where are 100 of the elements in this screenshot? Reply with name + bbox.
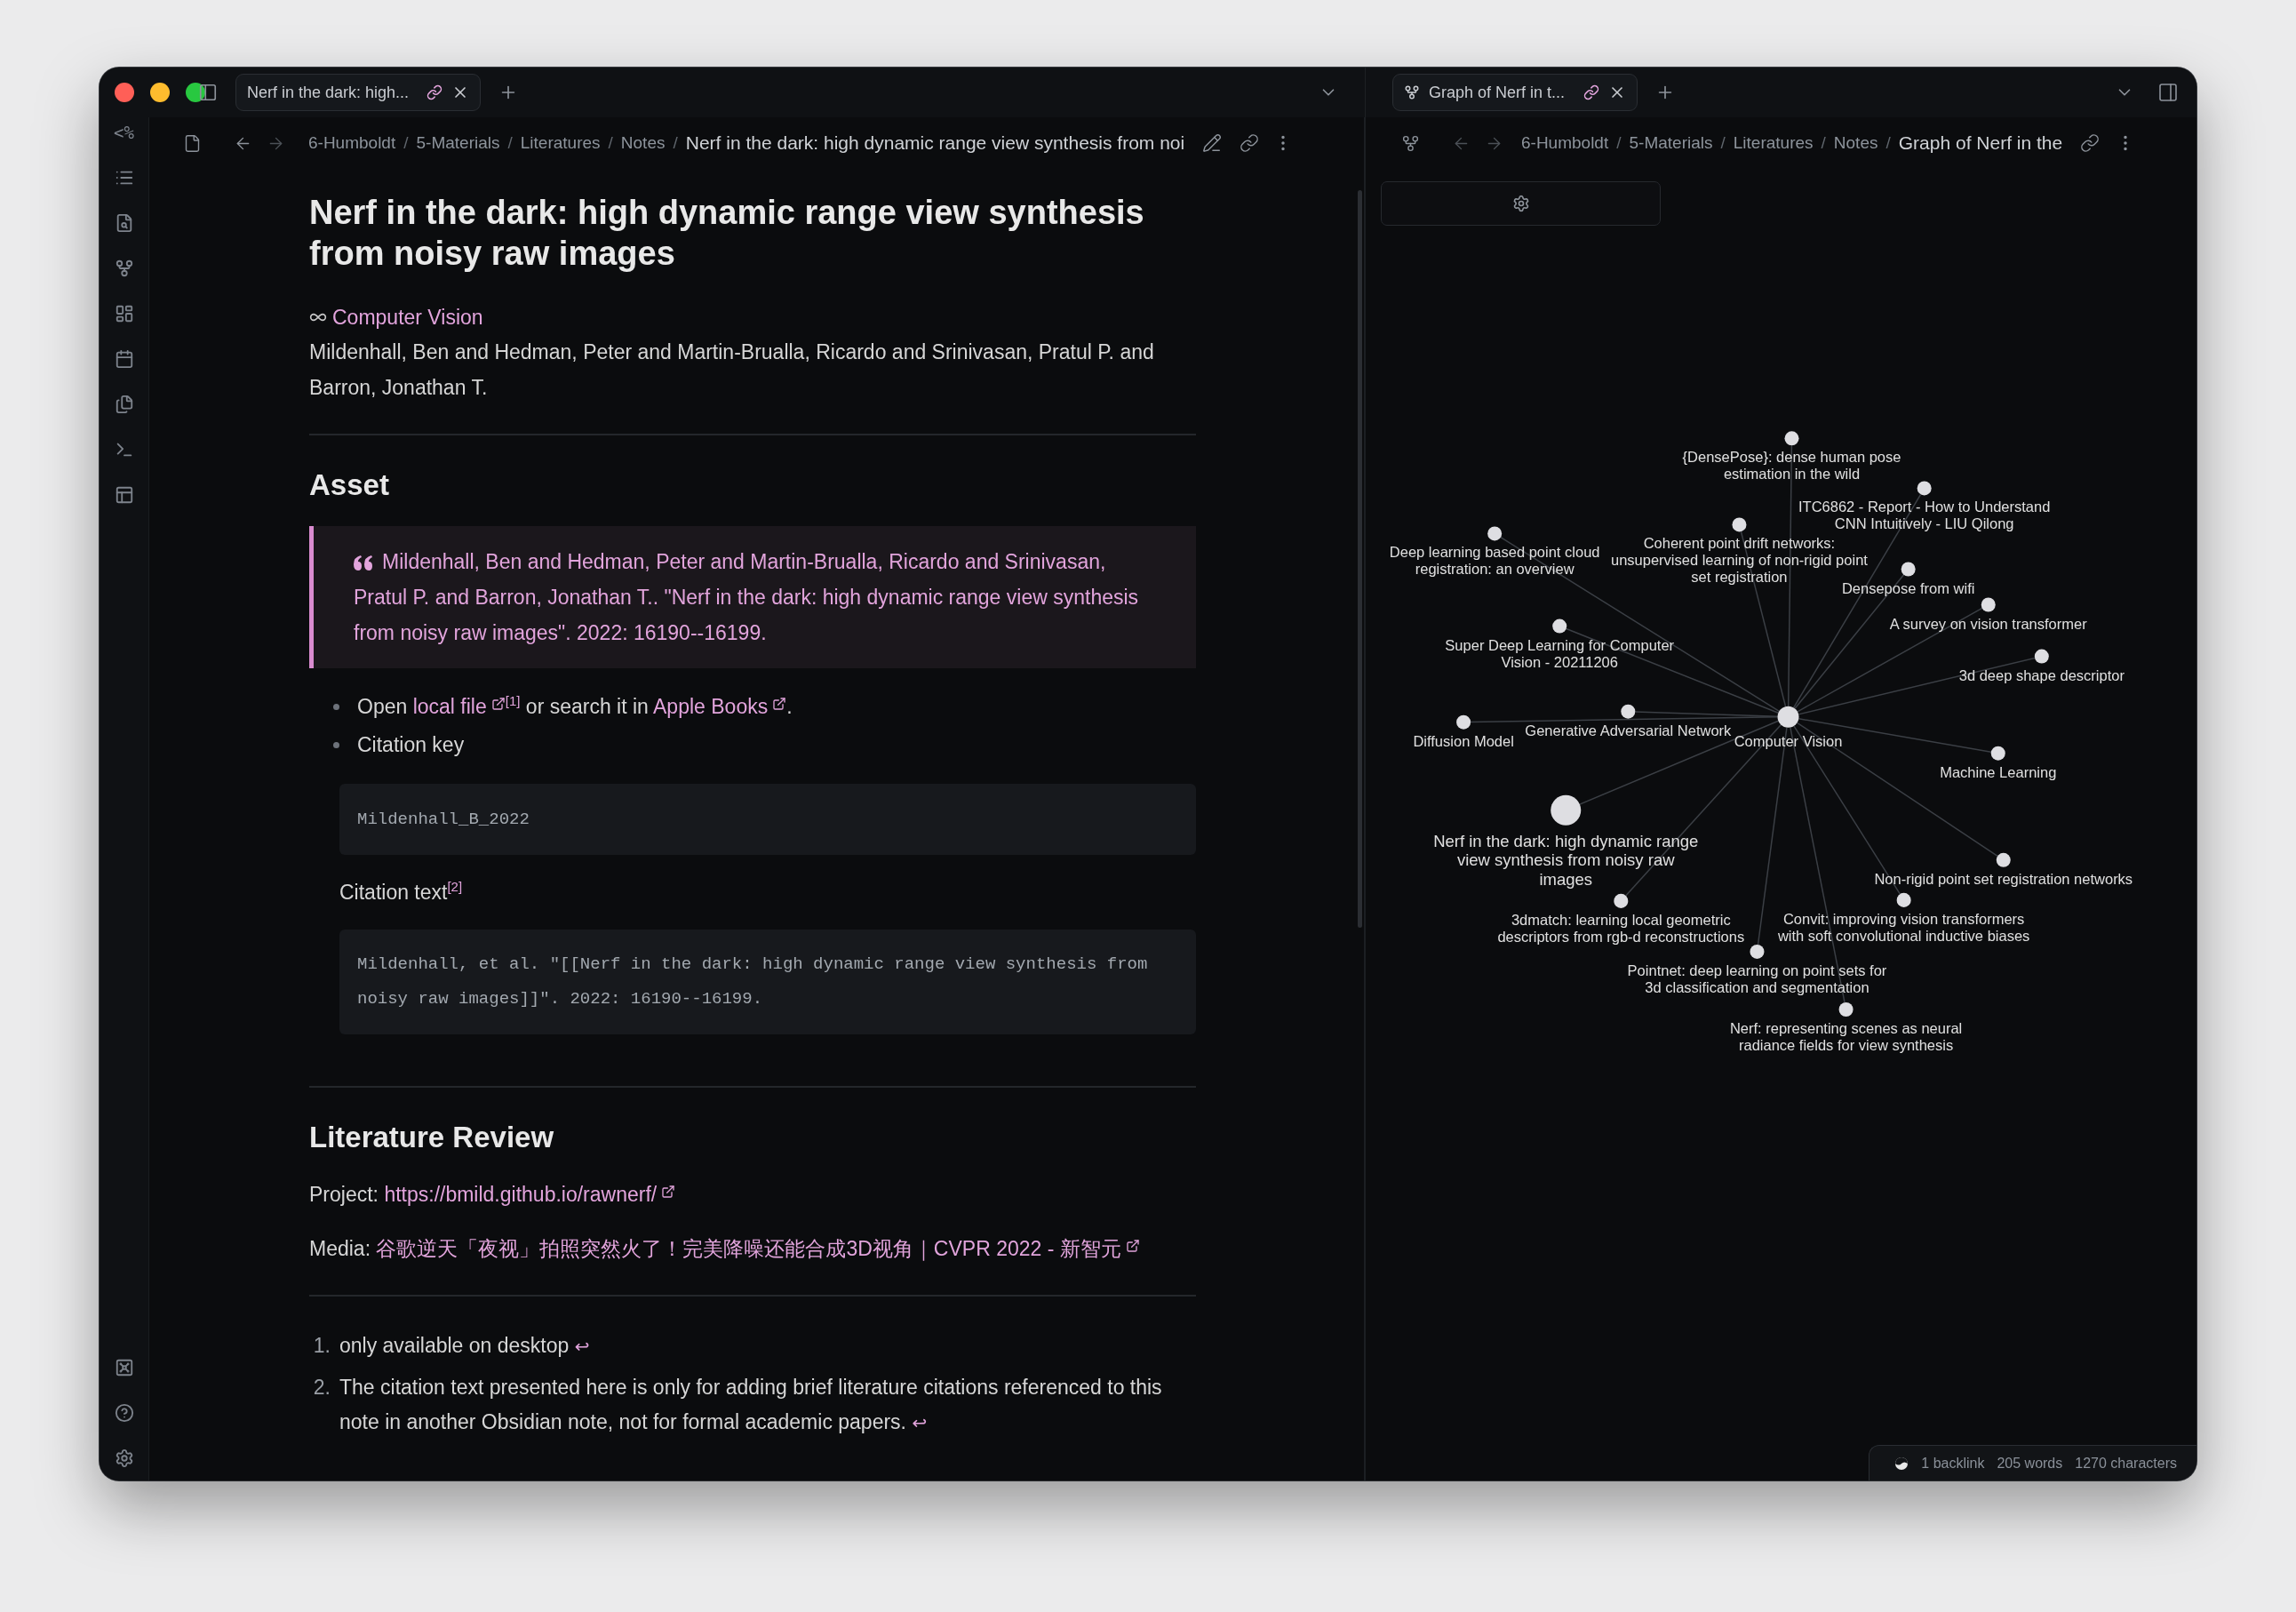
- text-link[interactable]: local file: [412, 695, 506, 718]
- breadcrumb-separator: /: [403, 133, 409, 153]
- node-label: A survey on vision transformer: [1889, 615, 2087, 632]
- external-link-icon: [490, 697, 506, 711]
- external-link-icon: [1125, 1239, 1140, 1253]
- zoom-window-button[interactable]: [186, 83, 205, 102]
- graph-node[interactable]: [2034, 649, 2049, 664]
- graph-node[interactable]: [1901, 562, 1916, 577]
- node-label: Computer Vision: [1734, 733, 1843, 750]
- scrollbar[interactable]: [1358, 190, 1362, 928]
- graph-node[interactable]: [1551, 794, 1582, 826]
- breadcrumb-current: Graph of Nerf in the: [1898, 132, 2063, 154]
- footnote-number: 2.: [312, 1375, 331, 1401]
- breadcrumb-link[interactable]: 5-Materials: [1629, 133, 1713, 153]
- node-label: Convit: improving vision transformers with soft convolutional inductive biases: [1777, 911, 2030, 945]
- graph-node[interactable]: [1784, 431, 1799, 446]
- graph-node[interactable]: [1732, 517, 1747, 532]
- breadcrumb-link[interactable]: Literatures: [1733, 133, 1814, 153]
- close-window-button[interactable]: [115, 83, 134, 102]
- breadcrumb-link[interactable]: Notes: [1833, 133, 1878, 153]
- link-icon[interactable]: [2080, 133, 2101, 153]
- note-title: Nerf in the dark: high dynamic range view synthesis from noisy raw images: [309, 193, 1145, 274]
- graph-node[interactable]: [1838, 1002, 1854, 1017]
- graph-node[interactable]: [1996, 852, 2011, 867]
- footnote-number: 1.: [312, 1333, 331, 1359]
- minimize-window-button[interactable]: [150, 83, 170, 102]
- node-label: 3d deep shape descriptor: [1958, 666, 2125, 683]
- node-label: ITC6862 - Report - How to Understand CNN Intuitively - LIU Qilong: [1798, 499, 2051, 532]
- dashboard-icon[interactable]: [114, 304, 134, 323]
- graph-icon: [1404, 84, 1420, 100]
- vault-icon[interactable]: [114, 1358, 134, 1377]
- footnote-backref-link[interactable]: ↩: [574, 1337, 590, 1356]
- graph-node[interactable]: [1777, 706, 1799, 728]
- node-label: Non-rigid point set registration networks: [1874, 871, 2133, 888]
- settings-icon[interactable]: [114, 1448, 134, 1468]
- graph-tab[interactable]: Graph of Nerf in t...: [1392, 74, 1638, 111]
- graph-node[interactable]: [1896, 892, 1911, 907]
- node-label: 3dmatch: learning local geometric descriptors from rgb-d reconstructions: [1497, 912, 1745, 946]
- quote-icon: [354, 555, 373, 571]
- breadcrumb-link[interactable]: Notes: [620, 133, 666, 153]
- layout-icon[interactable]: [114, 485, 134, 505]
- breadcrumb-separator: /: [673, 133, 678, 153]
- graph-node[interactable]: [1552, 618, 1567, 634]
- file-icon[interactable]: [183, 133, 202, 153]
- breadcrumb-separator: /: [507, 133, 513, 153]
- help-icon[interactable]: [114, 1403, 134, 1423]
- pencil-icon[interactable]: [1202, 133, 1223, 153]
- files-icon[interactable]: [114, 395, 134, 414]
- sidebar-icon[interactable]: [198, 83, 218, 102]
- graph-icon[interactable]: [1401, 133, 1420, 153]
- list-item-text: Citation key: [357, 732, 465, 758]
- paragraph: Project: https://bmild.github.io/rawnerf/: [309, 1177, 1196, 1212]
- link-icon: [427, 84, 442, 100]
- paragraph: Mildenhall, Ben and Hedman, Peter and Martin-Brualla, Ricardo and Srinivasan, Pratul P. and Barron, Jonathan T.: [309, 339, 1155, 401]
- breadcrumb-link[interactable]: 5-Materials: [416, 133, 500, 153]
- tag-link[interactable]: Computer Vision: [332, 300, 483, 334]
- status-text: 1270 characters: [2075, 1455, 2177, 1472]
- node-label: Super Deep Learning for Computer Vision - 20211206: [1445, 636, 1675, 670]
- sidebar-icon[interactable]: [2157, 82, 2179, 103]
- footnote-text: The citation text presented here is only for adding brief literature citations referenced to this note in another Obsidian note, not for formal academic papers. ↩: [339, 1375, 1163, 1435]
- graph-node[interactable]: [1990, 746, 2005, 761]
- graph-node[interactable]: [1456, 714, 1471, 730]
- graph-icon[interactable]: [114, 259, 134, 278]
- text-link[interactable]: Apple Books: [653, 695, 787, 718]
- footnote-text: only available on desktop ↩: [339, 1333, 591, 1359]
- link-icon: [1583, 84, 1599, 100]
- graph-node[interactable]: [1487, 526, 1503, 541]
- note-tab[interactable]: Nerf in the dark: high...: [235, 74, 481, 111]
- footnote-link[interactable]: [1]: [505, 693, 521, 708]
- breadcrumb-link[interactable]: 6-Humboldt: [1521, 133, 1609, 153]
- bullet-icon: [333, 704, 339, 710]
- paragraph: Citation text$^{[2]}$: [339, 878, 464, 906]
- breadcrumb-separator: /: [1821, 133, 1826, 153]
- node-label: {DensePose}: dense human pose estimation in the wild: [1682, 449, 1901, 483]
- calendar-icon[interactable]: [114, 349, 134, 369]
- footnote-link[interactable]: [2]: [447, 879, 463, 894]
- graph-node[interactable]: [1621, 704, 1636, 719]
- graph-node[interactable]: [1917, 481, 1932, 496]
- breadcrumb-separator: /: [608, 133, 613, 153]
- graph-node[interactable]: [1981, 597, 1996, 612]
- text-link[interactable]: 谷歌逆天「夜视」拍照突然火了！完美降噪还能合成3D视角｜CVPR 2022 - 新智元: [376, 1237, 1140, 1260]
- graph-node[interactable]: [1614, 893, 1629, 908]
- node-label: Nerf: representing scenes as neural radiance fields for view synthesis: [1729, 1020, 1963, 1054]
- node-label: Machine Learning: [1940, 764, 2057, 781]
- graph-node[interactable]: [1750, 944, 1765, 959]
- status-text: 205 words: [1997, 1455, 2063, 1472]
- external-link-icon: [772, 697, 787, 711]
- status-text: 1 backlink: [1921, 1455, 1985, 1472]
- node-label: Pointnet: deep learning on point sets for 3d classification and segmentation: [1627, 962, 1887, 996]
- paragraph: Media: 谷歌逆天「夜视」拍照突然火了！完美降噪还能合成3D视角｜CVPR 2022 - 新智元: [309, 1231, 1196, 1266]
- footnote-backref-link[interactable]: ↩: [912, 1413, 928, 1432]
- link-icon[interactable]: [1240, 133, 1260, 153]
- breadcrumb-link[interactable]: 6-Humboldt: [308, 133, 396, 153]
- breadcrumb-link[interactable]: Literatures: [520, 133, 601, 153]
- breadcrumb-separator: /: [1885, 133, 1891, 153]
- breadcrumb-separator: /: [1616, 133, 1622, 153]
- node-label: Diffusion Model: [1413, 733, 1514, 750]
- templater-button[interactable]: <%: [114, 123, 134, 142]
- text-link[interactable]: https://bmild.github.io/rawnerf/: [384, 1183, 676, 1206]
- bullet-icon: [333, 742, 339, 748]
